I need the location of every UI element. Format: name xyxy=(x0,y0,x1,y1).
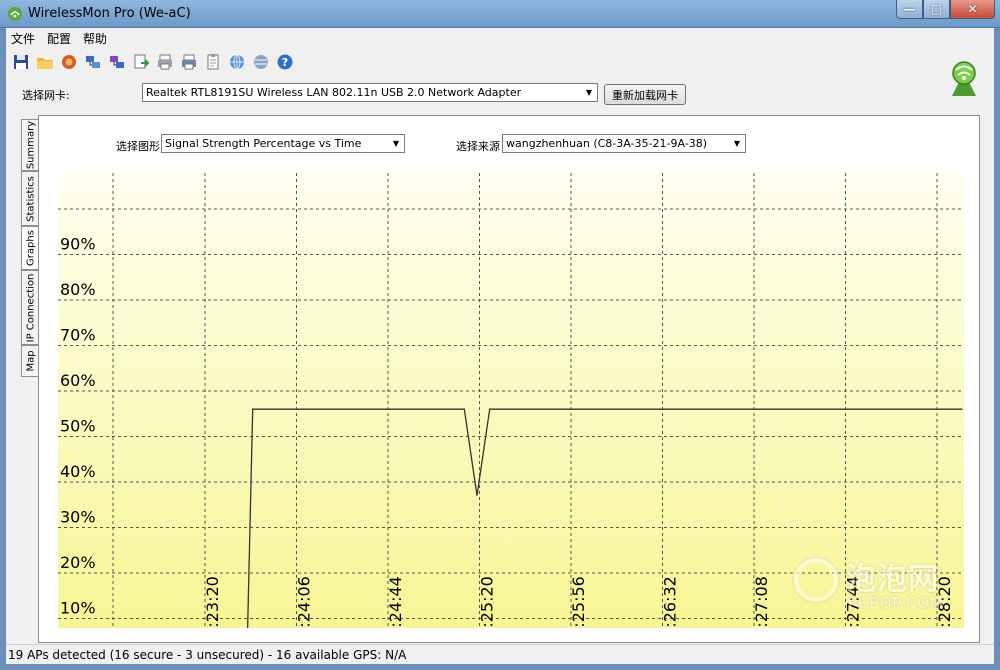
y-tick-label: 50% xyxy=(60,417,96,436)
record-icon[interactable] xyxy=(57,51,81,73)
clipboard-icon[interactable] xyxy=(201,51,225,73)
y-tick-label: 60% xyxy=(60,371,96,390)
tab-summary[interactable]: Summary xyxy=(21,119,39,171)
y-tick-label: 80% xyxy=(60,280,96,299)
printer-alt-icon[interactable] xyxy=(177,51,201,73)
adapter-label: 选择网卡: xyxy=(22,89,70,102)
reload-adapter-button[interactable]: 重新加载网卡 xyxy=(604,84,686,105)
web-icon[interactable] xyxy=(249,51,273,73)
adapter-value: Realtek RTL8191SU Wireless LAN 802.11n U… xyxy=(146,86,522,99)
help-icon[interactable]: ? xyxy=(273,51,297,73)
window-controls: — □ ✕ xyxy=(896,0,995,20)
chevron-down-icon: ▼ xyxy=(733,139,741,148)
toolbar: ? xyxy=(9,50,297,74)
tab-map[interactable]: Map xyxy=(21,345,39,377)
export-icon[interactable] xyxy=(129,51,153,73)
x-tick-label: 11:26:32 xyxy=(661,576,680,628)
watermark-sub: PCPOP.COM xyxy=(848,594,945,612)
source-dropdown[interactable]: wangzhenhuan (C8-3A-35-21-9A-38) ▼ xyxy=(502,134,746,153)
chevron-down-icon: ▼ xyxy=(585,88,593,97)
x-tick-label: 11:27:08 xyxy=(752,576,771,628)
title-bar: WirelessMon Pro (We-aC) — □ ✕ xyxy=(0,0,1000,28)
y-tick-label: 10% xyxy=(60,599,96,618)
graph-type-value: Signal Strength Percentage vs Time xyxy=(165,137,362,150)
x-tick-label: 11:25:20 xyxy=(478,576,497,628)
tab-statistics[interactable]: Statistics xyxy=(21,171,39,226)
menu-bar: 文件 配置 帮助 xyxy=(6,28,994,48)
x-tick-label: 11:25:56 xyxy=(569,576,588,628)
watermark-text: 泡泡网 xyxy=(846,562,939,597)
status-bar: 19 APs detected (16 secure - 3 unsecured… xyxy=(6,644,994,664)
save-icon[interactable] xyxy=(9,51,33,73)
chevron-down-icon: ▼ xyxy=(392,139,400,148)
watermark-logo-icon xyxy=(794,558,838,602)
svg-text:?: ? xyxy=(282,56,288,69)
close-button[interactable]: ✕ xyxy=(950,0,995,19)
y-tick-label: 20% xyxy=(60,553,96,572)
y-tick-label: 70% xyxy=(60,326,96,345)
window-title: WirelessMon Pro (We-aC) xyxy=(28,6,191,21)
menu-config[interactable]: 配置 xyxy=(47,30,71,47)
tab-ip-connection[interactable]: IP Connection xyxy=(21,270,39,345)
source-label: 选择来源 xyxy=(456,140,500,153)
menu-file[interactable]: 文件 xyxy=(11,30,35,47)
print-icon[interactable] xyxy=(153,51,177,73)
network-adapter-alt-icon[interactable] xyxy=(105,51,129,73)
x-tick-label: 11:23:20 xyxy=(203,576,222,628)
y-tick-label: 40% xyxy=(60,462,96,481)
maximize-button[interactable]: □ xyxy=(923,0,950,19)
status-text: 19 APs detected (16 secure - 3 unsecured… xyxy=(8,648,407,662)
graph-type-label: 选择图形 xyxy=(116,140,160,153)
graph-type-dropdown[interactable]: Signal Strength Percentage vs Time ▼ xyxy=(161,134,405,153)
adapter-dropdown[interactable]: Realtek RTL8191SU Wireless LAN 802.11n U… xyxy=(142,83,598,102)
x-tick-label: 11:24:06 xyxy=(295,576,314,628)
minimize-button[interactable]: — xyxy=(896,0,923,19)
y-tick-label: 90% xyxy=(60,235,96,254)
wireless-app-icon xyxy=(8,7,22,21)
tab-graphs[interactable]: Graphs xyxy=(21,226,39,270)
open-folder-icon[interactable] xyxy=(33,51,57,73)
globe-icon[interactable] xyxy=(225,51,249,73)
wirelessmon-logo-icon xyxy=(952,61,976,96)
menu-help[interactable]: 帮助 xyxy=(83,30,107,47)
x-tick-label: 11:24:44 xyxy=(386,576,405,628)
network-adapter-icon[interactable] xyxy=(81,51,105,73)
watermark: 泡泡网 PCPOP.COM xyxy=(790,548,990,618)
source-value: wangzhenhuan (C8-3A-35-21-9A-38) xyxy=(506,137,707,150)
y-tick-label: 30% xyxy=(60,508,96,527)
